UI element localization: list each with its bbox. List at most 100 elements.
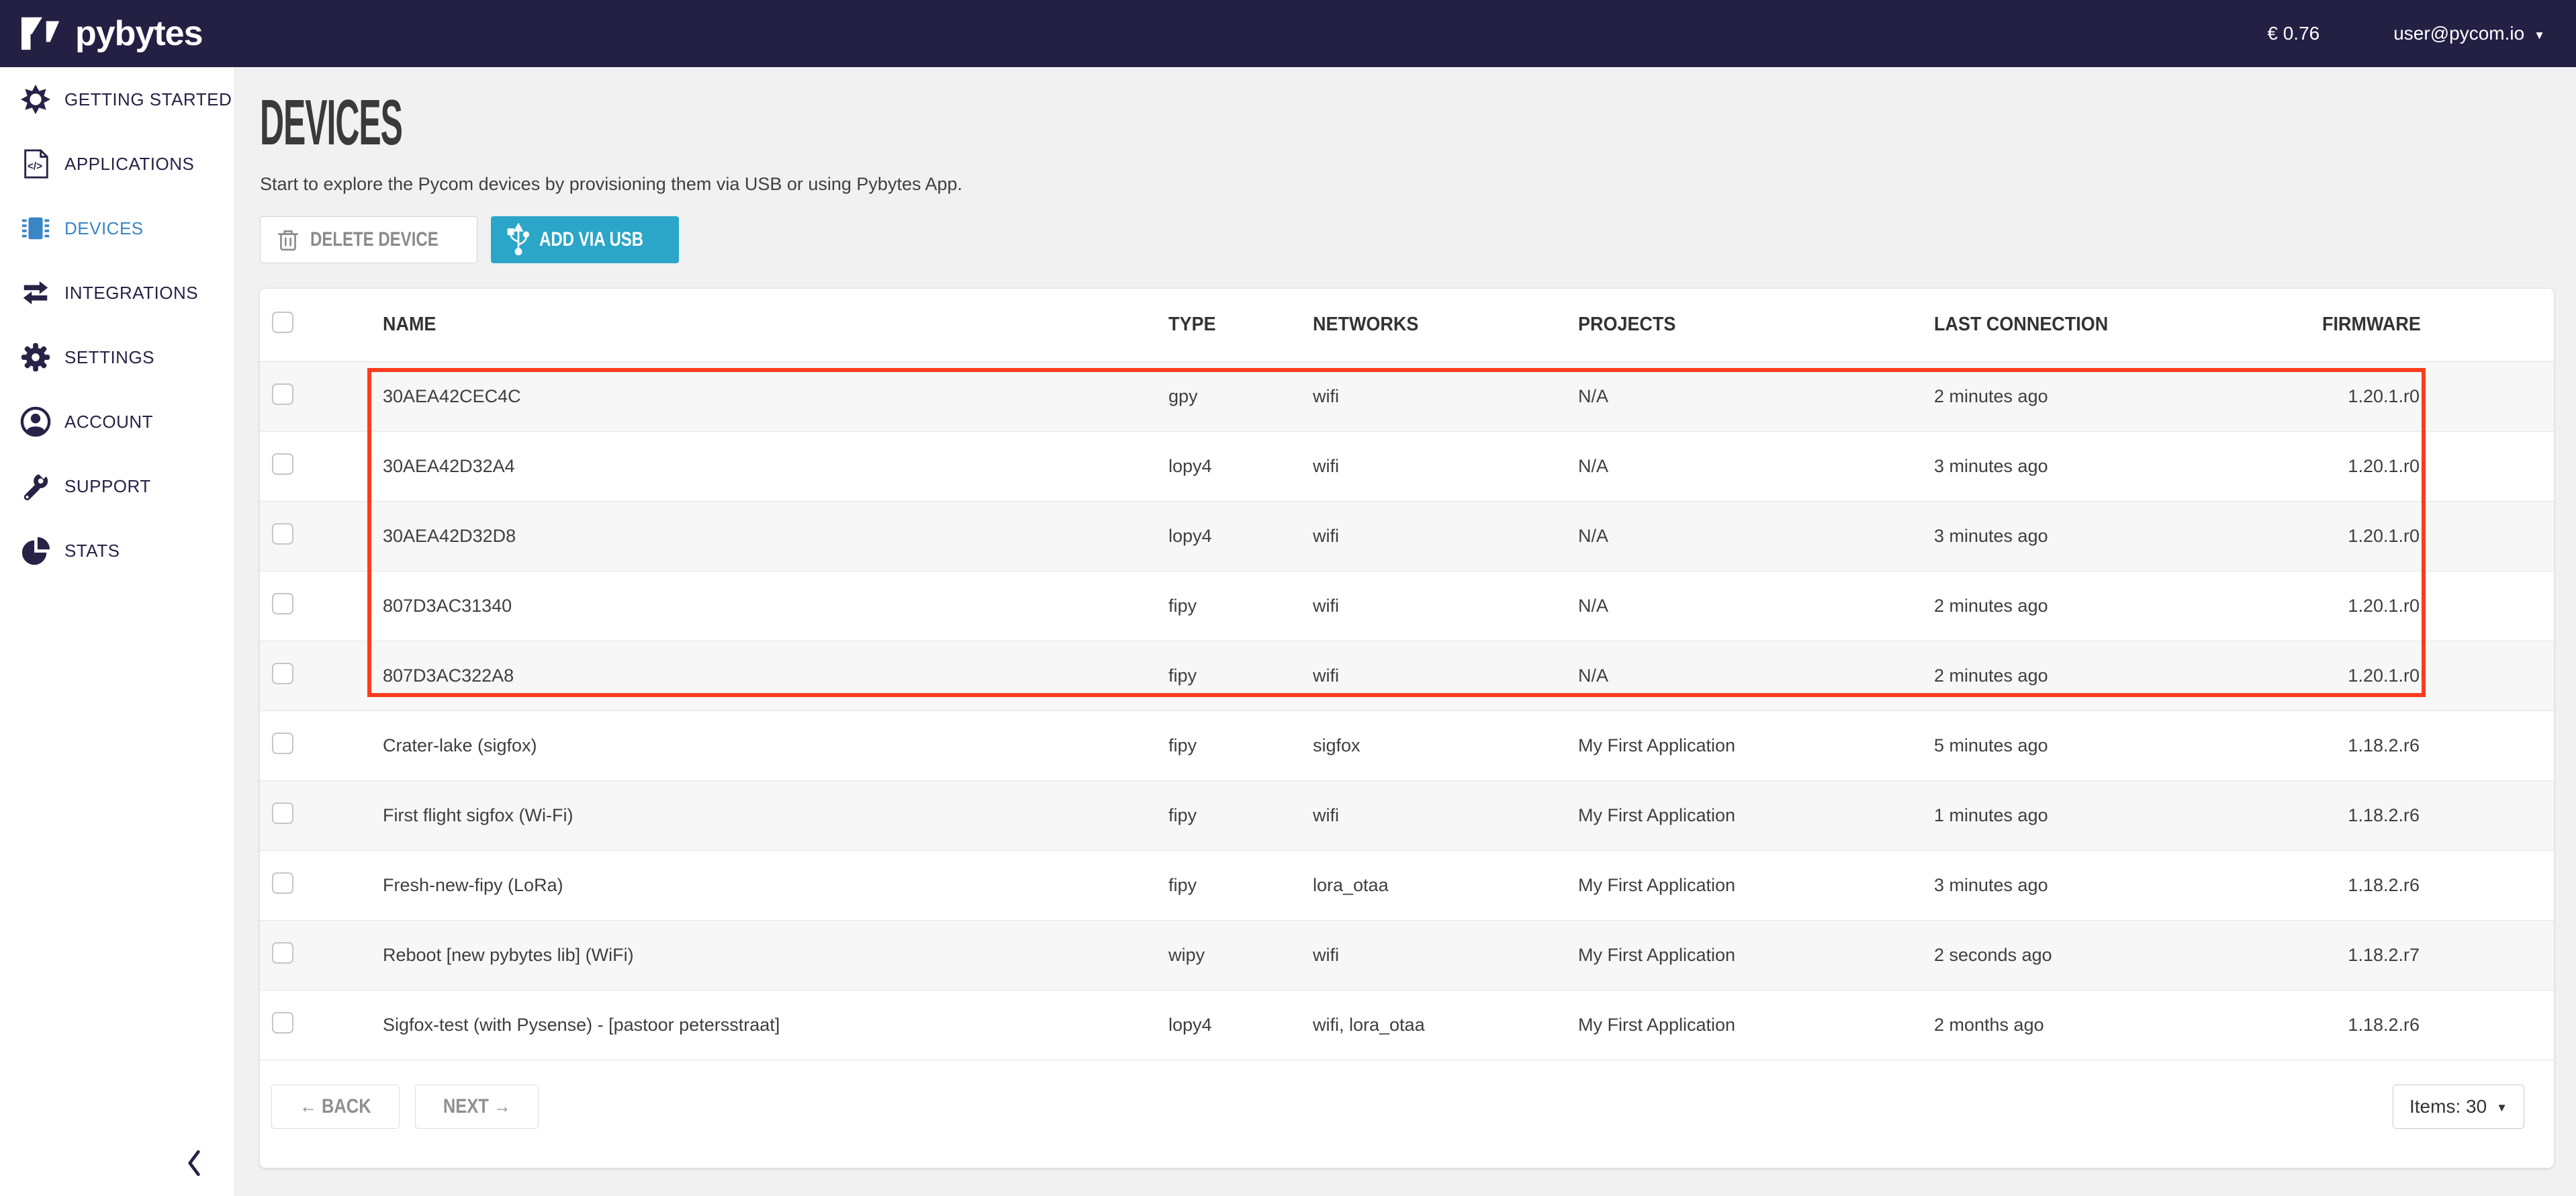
row-checkbox[interactable] (272, 872, 293, 894)
caret-down-icon: ▼ (2534, 30, 2545, 41)
device-type: gpy (1168, 361, 1313, 431)
device-firmware: 1.20.1.r0 (2315, 501, 2554, 571)
device-firmware: 1.18.2.r6 (2315, 780, 2554, 850)
device-projects: My First Application (1578, 920, 1934, 990)
sidebar-collapse-button[interactable] (185, 1149, 205, 1179)
device-projects: My First Application (1578, 780, 1934, 850)
pagination: ← BACK NEXT → Items: 30 ▼ (260, 1060, 2554, 1129)
column-header-firmware: FIRMWARE (2315, 289, 2554, 361)
table-row[interactable]: Sigfox-test (with Pysense) - [pastoor pe… (260, 990, 2554, 1060)
column-header-last-connection: LAST CONNECTION (1934, 289, 2315, 361)
device-name: 30AEA42CEC4C (383, 361, 1168, 431)
device-last-connection: 2 minutes ago (1934, 361, 2315, 431)
sidebar-item-label: ACCOUNT (64, 412, 153, 432)
device-last-connection: 2 months ago (1934, 990, 2315, 1060)
row-checkbox[interactable] (272, 802, 293, 824)
delete-device-button[interactable]: DELETE DEVICE (260, 216, 477, 263)
pie-chart-icon (20, 535, 51, 566)
sidebar-item-integrations[interactable]: INTEGRATIONS (0, 261, 234, 325)
user-menu[interactable]: user@pycom.io ▼ (2393, 23, 2545, 44)
device-projects: N/A (1578, 361, 1934, 431)
device-firmware: 1.20.1.r0 (2315, 641, 2554, 710)
row-checkbox[interactable] (272, 453, 293, 475)
row-checkbox[interactable] (272, 593, 293, 614)
row-checkbox[interactable] (272, 942, 293, 964)
table-row[interactable]: Reboot [new pybytes lib] (WiFi) wipy wif… (260, 920, 2554, 990)
column-header-type: TYPE (1168, 289, 1313, 361)
device-networks: wifi (1313, 641, 1578, 710)
table-row[interactable]: Crater-lake (sigfox) fipy sigfox My Firs… (260, 710, 2554, 780)
trash-icon (277, 227, 300, 252)
sidebar-item-label: INTEGRATIONS (64, 283, 198, 304)
row-checkbox[interactable] (272, 733, 293, 754)
device-name: Reboot [new pybytes lib] (WiFi) (383, 920, 1168, 990)
table-row[interactable]: 807D3AC322A8 fipy wifi N/A 2 minutes ago… (260, 641, 2554, 710)
row-checkbox[interactable] (272, 1012, 293, 1033)
device-projects: My First Application (1578, 990, 1934, 1060)
device-name: 807D3AC31340 (383, 571, 1168, 641)
sidebar-item-stats[interactable]: STATS (0, 518, 234, 583)
chevron-left-icon (190, 1152, 199, 1175)
device-firmware: 1.20.1.r0 (2315, 361, 2554, 431)
device-networks: sigfox (1313, 710, 1578, 780)
devices-table: NAME TYPE NETWORKS PROJECTS LAST CONNECT… (260, 289, 2554, 1060)
top-navbar: pybytes € 0.76 user@pycom.io ▼ (0, 0, 2576, 67)
sidebar-item-label: STATS (64, 541, 120, 561)
sidebar-item-label: SUPPORT (64, 476, 151, 497)
row-checkbox[interactable] (272, 523, 293, 545)
device-type: fipy (1168, 710, 1313, 780)
add-via-usb-button[interactable]: ADD VIA USB (491, 216, 679, 263)
column-header-name: NAME (383, 289, 1168, 361)
table-row[interactable]: 30AEA42CEC4C gpy wifi N/A 2 minutes ago … (260, 361, 2554, 431)
device-projects: My First Application (1578, 850, 1934, 920)
device-name: Fresh-new-fipy (LoRa) (383, 850, 1168, 920)
device-projects: N/A (1578, 641, 1934, 710)
sidebar-item-devices[interactable]: DEVICES (0, 196, 234, 261)
device-type: wipy (1168, 920, 1313, 990)
sidebar-item-label: SETTINGS (64, 347, 154, 368)
svg-text:</>: </> (28, 161, 42, 173)
table-row[interactable]: 30AEA42D32A4 lopy4 wifi N/A 3 minutes ag… (260, 431, 2554, 501)
device-firmware: 1.20.1.r0 (2315, 571, 2554, 641)
device-firmware: 1.20.1.r0 (2315, 431, 2554, 501)
device-name: Crater-lake (sigfox) (383, 710, 1168, 780)
sidebar-item-support[interactable]: SUPPORT (0, 454, 234, 518)
device-projects: N/A (1578, 571, 1934, 641)
select-all-checkbox[interactable] (272, 312, 293, 333)
table-row[interactable]: Fresh-new-fipy (LoRa) fipy lora_otaa My … (260, 850, 2554, 920)
toolbar: DELETE DEVICE ADD VIA USB (260, 216, 2554, 263)
sidebar-item-label: GETTING STARTED (64, 89, 232, 110)
device-projects: My First Application (1578, 710, 1934, 780)
items-per-page-label: Items: 30 (2409, 1096, 2487, 1117)
device-firmware: 1.18.2.r6 (2315, 710, 2554, 780)
sidebar-item-account[interactable]: ACCOUNT (0, 389, 234, 454)
sidebar-item-applications[interactable]: </> APPLICATIONS (0, 132, 234, 196)
table-row[interactable]: 30AEA42D32D8 lopy4 wifi N/A 3 minutes ag… (260, 501, 2554, 571)
sidebar-item-getting-started[interactable]: GETTING STARTED (0, 67, 234, 132)
sidebar-item-settings[interactable]: SETTINGS (0, 325, 234, 389)
device-type: lopy4 (1168, 431, 1313, 501)
device-firmware: 1.18.2.r6 (2315, 850, 2554, 920)
device-last-connection: 3 minutes ago (1934, 431, 2315, 501)
row-checkbox[interactable] (272, 663, 293, 684)
device-table-body: 30AEA42CEC4C gpy wifi N/A 2 minutes ago … (260, 361, 2554, 1060)
pybytes-logo[interactable]: pybytes (20, 13, 203, 55)
back-button[interactable]: ← BACK (271, 1085, 400, 1129)
wrench-icon (20, 471, 51, 502)
column-header-networks: NETWORKS (1313, 289, 1578, 361)
page-title: DEVICES (260, 97, 1453, 148)
sidebar: GETTING STARTED </> APPLICATIONS (0, 67, 235, 1196)
device-last-connection: 2 seconds ago (1934, 920, 2315, 990)
table-row[interactable]: 807D3AC31340 fipy wifi N/A 2 minutes ago… (260, 571, 2554, 641)
device-type: fipy (1168, 641, 1313, 710)
device-name: 30AEA42D32A4 (383, 431, 1168, 501)
items-per-page-dropdown[interactable]: Items: 30 ▼ (2393, 1085, 2524, 1129)
table-row[interactable]: First flight sigfox (Wi-Fi) fipy wifi My… (260, 780, 2554, 850)
sidebar-item-label: APPLICATIONS (64, 154, 194, 175)
main-content: DEVICES Start to explore the Pycom devic… (235, 67, 2576, 1196)
row-checkbox[interactable] (272, 383, 293, 405)
page-subtitle: Start to explore the Pycom devices by pr… (260, 174, 2554, 195)
next-button[interactable]: NEXT → (415, 1085, 539, 1129)
device-type: fipy (1168, 780, 1313, 850)
device-networks: wifi (1313, 431, 1578, 501)
